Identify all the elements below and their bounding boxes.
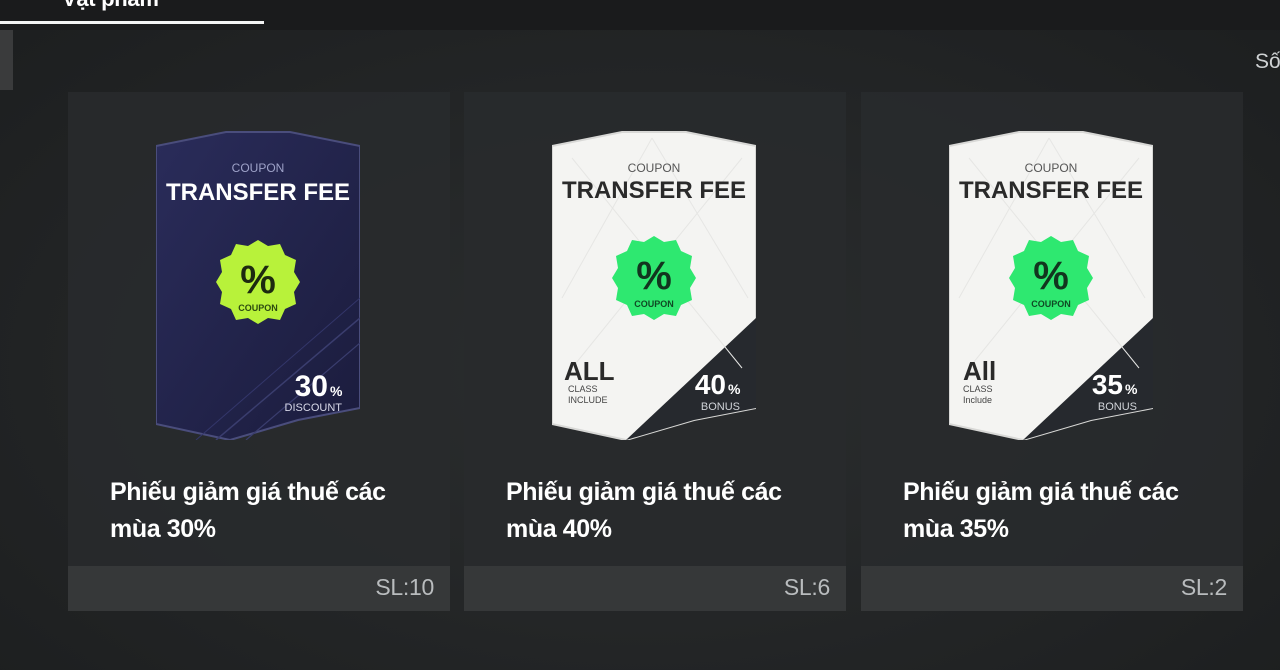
coupon-value-caption: BONUS [701, 401, 740, 413]
class-label: ALL [564, 356, 615, 386]
sort-dropdown[interactable]: Số [1255, 50, 1280, 74]
tab-active-indicator [0, 21, 264, 24]
coupon-small-text: COUPON [628, 161, 681, 175]
coupon-value: 35 [1092, 369, 1123, 400]
tab-items[interactable]: Vật phẩm [0, 0, 264, 24]
coupon-big-text: TRANSFER FEE [166, 179, 350, 206]
item-quantity: SL:2 [1180, 574, 1227, 600]
class-line1: CLASS [963, 384, 993, 394]
coupon-value-unit: % [330, 383, 343, 399]
class-line2: INCLUDE [568, 395, 608, 405]
svg-text:%: % [1033, 254, 1069, 298]
coupon-value-unit: % [728, 381, 741, 397]
item-card[interactable]: COUPON TRANSFER FEE % COUPON All CLASS I… [861, 92, 1243, 611]
tab-items-label: Vật phẩm [62, 0, 159, 12]
class-line1: CLASS [568, 384, 598, 394]
coupon-value: 30 [295, 370, 328, 403]
class-line2: Include [963, 395, 992, 405]
coupon-big-text: TRANSFER FEE [562, 177, 746, 204]
coupon-value-caption: DISCOUNT [285, 402, 343, 414]
svg-text:%: % [636, 254, 672, 298]
coupon-value-caption: BONUS [1098, 401, 1137, 413]
coupon-card-image: COUPON TRANSFER FEE % COUPON All CLASS I… [949, 131, 1153, 440]
item-title: Phiếu giảm giá thuế các mùa 40% [506, 478, 782, 543]
coupon-card-image: COUPON TRANSFER FEE % COUPON 30 % DISCOU… [156, 131, 360, 440]
svg-text:COUPON: COUPON [634, 299, 674, 309]
item-quantity: SL:6 [783, 574, 830, 600]
svg-text:COUPON: COUPON [238, 303, 278, 313]
item-title: Phiếu giảm giá thuế các mùa 30% [110, 478, 386, 543]
item-card[interactable]: COUPON TRANSFER FEE % COUPON 30 % DISCOU… [68, 92, 450, 611]
coupon-small-text: COUPON [232, 161, 285, 175]
item-card[interactable]: COUPON TRANSFER FEE % COUPON ALL CLASS I… [464, 92, 846, 611]
item-quantity: SL:10 [375, 574, 434, 600]
item-title: Phiếu giảm giá thuế các mùa 35% [903, 478, 1179, 543]
svg-text:%: % [240, 258, 276, 302]
coupon-big-text: TRANSFER FEE [959, 177, 1143, 204]
item-footer: SL:2 [861, 566, 1243, 611]
coupon-small-text: COUPON [1025, 161, 1078, 175]
svg-text:COUPON: COUPON [1031, 299, 1071, 309]
left-scroll-handle[interactable] [0, 30, 13, 90]
coupon-value-unit: % [1125, 381, 1138, 397]
class-label: All [963, 356, 996, 386]
coupon-card-image: COUPON TRANSFER FEE % COUPON ALL CLASS I… [552, 131, 756, 440]
item-footer: SL:10 [68, 566, 450, 611]
item-footer: SL:6 [464, 566, 846, 611]
coupon-value: 40 [695, 369, 726, 400]
